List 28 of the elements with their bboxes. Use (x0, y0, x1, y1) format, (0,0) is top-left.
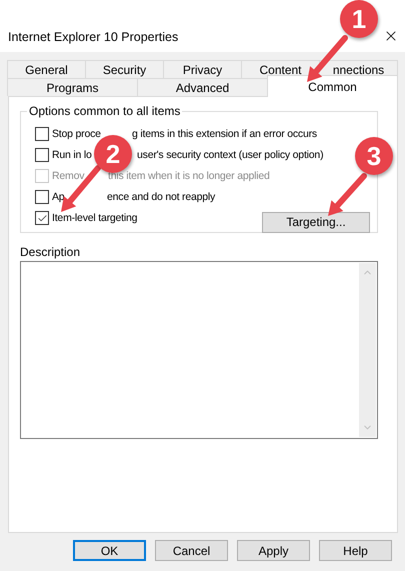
dialog-button[interactable]: OK (73, 540, 146, 561)
option-label: Ap (52, 191, 64, 203)
tab[interactable]: Programs (7, 78, 138, 96)
option-label: g items in this extension if an error occurs (132, 128, 317, 140)
window-title: Internet Explorer 10 Properties (8, 30, 178, 44)
option-label: ence and do not reapply (107, 191, 216, 203)
tab[interactable]: Common (267, 75, 398, 97)
description-field[interactable] (20, 261, 378, 439)
check-icon (36, 212, 48, 224)
dialog-button[interactable]: Cancel (155, 540, 228, 561)
tab[interactable]: Security (85, 60, 164, 78)
option-label: this item when it is no longer applied (108, 170, 270, 182)
option-label: Run in lo (52, 149, 92, 161)
checkbox[interactable] (35, 190, 49, 204)
checkbox[interactable] (35, 148, 49, 162)
option-label: Remov (52, 170, 84, 182)
targeting-button[interactable]: Targeting... (262, 212, 370, 232)
group-title: Options common to all items (27, 104, 182, 118)
callout-arrow (328, 173, 367, 216)
option-label: Item-level targeting (52, 212, 138, 224)
checkbox[interactable] (35, 211, 49, 225)
tab[interactable]: Privacy (163, 60, 242, 78)
dialog-button[interactable]: Help (319, 540, 392, 561)
tab[interactable]: General (7, 60, 86, 78)
option-label: user's security context (user policy option) (137, 149, 324, 161)
description-label: Description (20, 245, 82, 259)
dialog-button[interactable]: Apply (237, 540, 310, 561)
checkbox[interactable] (35, 127, 49, 141)
